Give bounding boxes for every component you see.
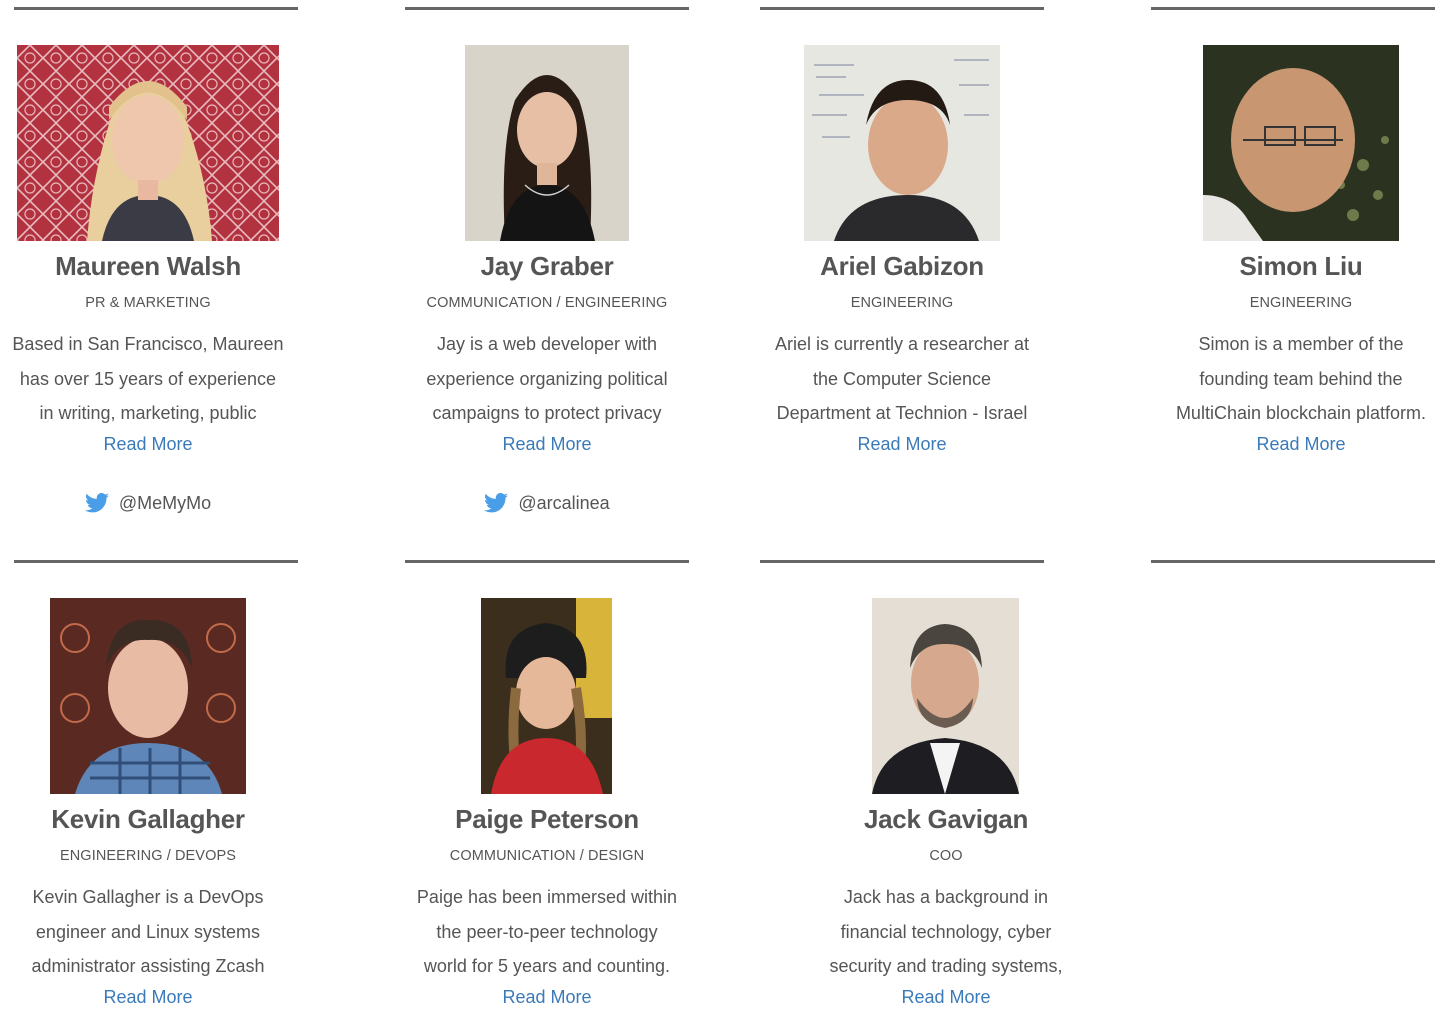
- member-role: COMMUNICATION / DESIGN: [449, 848, 645, 864]
- member-role: COO: [929, 848, 963, 864]
- member-bio: Paige has been immersed within the peer-t…: [416, 887, 678, 976]
- read-more-link[interactable]: Read More: [407, 987, 687, 1008]
- member-role: PR & MARKETING: [85, 295, 211, 311]
- team-member-card: Paige Peterson COMMUNICATION / DESIGN Pa…: [407, 553, 687, 1021]
- member-name: Maureen Walsh: [55, 251, 241, 281]
- member-bio: Jack has a background in financial techno…: [829, 887, 1063, 976]
- member-name: Jay Graber: [480, 251, 614, 281]
- member-bio: Simon is a member of the founding team be…: [1175, 334, 1427, 423]
- read-more-link[interactable]: Read More: [806, 987, 1086, 1008]
- member-bio: Ariel is currently a researcher at the Co…: [774, 334, 1030, 423]
- read-more-link[interactable]: Read More: [407, 434, 687, 455]
- read-more-link[interactable]: Read More: [762, 434, 1042, 455]
- member-name: Paige Peterson: [455, 804, 639, 834]
- team-member-card: Kevin Gallagher ENGINEERING / DEVOPS Kev…: [8, 553, 288, 1021]
- twitter-link[interactable]: @arcalinea: [407, 492, 687, 514]
- twitter-link[interactable]: @MeMyMo: [8, 492, 288, 514]
- member-name: Simon Liu: [1239, 251, 1363, 281]
- member-name: Kevin Gallagher: [51, 804, 245, 834]
- team-member-card: Jack Gavigan COO Jack has a background i…: [806, 553, 1086, 1021]
- member-bio: Based in San Francisco, Maureen has over …: [12, 334, 284, 423]
- member-role: ENGINEERING: [850, 295, 954, 311]
- member-bio: Kevin Gallagher is a DevOps engineer and …: [31, 887, 265, 976]
- team-member-card: Ariel Gabizon ENGINEERING Ariel is curre…: [762, 0, 1042, 540]
- member-role: ENGINEERING: [1249, 295, 1353, 311]
- member-role: COMMUNICATION / ENGINEERING: [426, 295, 668, 311]
- member-name: Jack Gavigan: [863, 804, 1029, 834]
- card-divider: [1151, 560, 1435, 563]
- read-more-link[interactable]: Read More: [8, 987, 288, 1008]
- member-role: ENGINEERING / DEVOPS: [59, 848, 237, 864]
- team-member-card: Maureen Walsh PR & MARKETING Based in Sa…: [8, 0, 288, 540]
- team-member-card: Jay Graber COMMUNICATION / ENGINEERING J…: [407, 0, 687, 540]
- read-more-link[interactable]: Read More: [8, 434, 288, 455]
- team-member-card: Simon Liu ENGINEERING Simon is a member …: [1161, 0, 1441, 540]
- member-bio: Jay is a web developer with experience or…: [426, 334, 668, 423]
- read-more-link[interactable]: Read More: [1161, 434, 1441, 455]
- twitter-bird-icon: [484, 492, 509, 513]
- twitter-bird-icon: [84, 492, 109, 513]
- member-name: Ariel Gabizon: [820, 251, 984, 281]
